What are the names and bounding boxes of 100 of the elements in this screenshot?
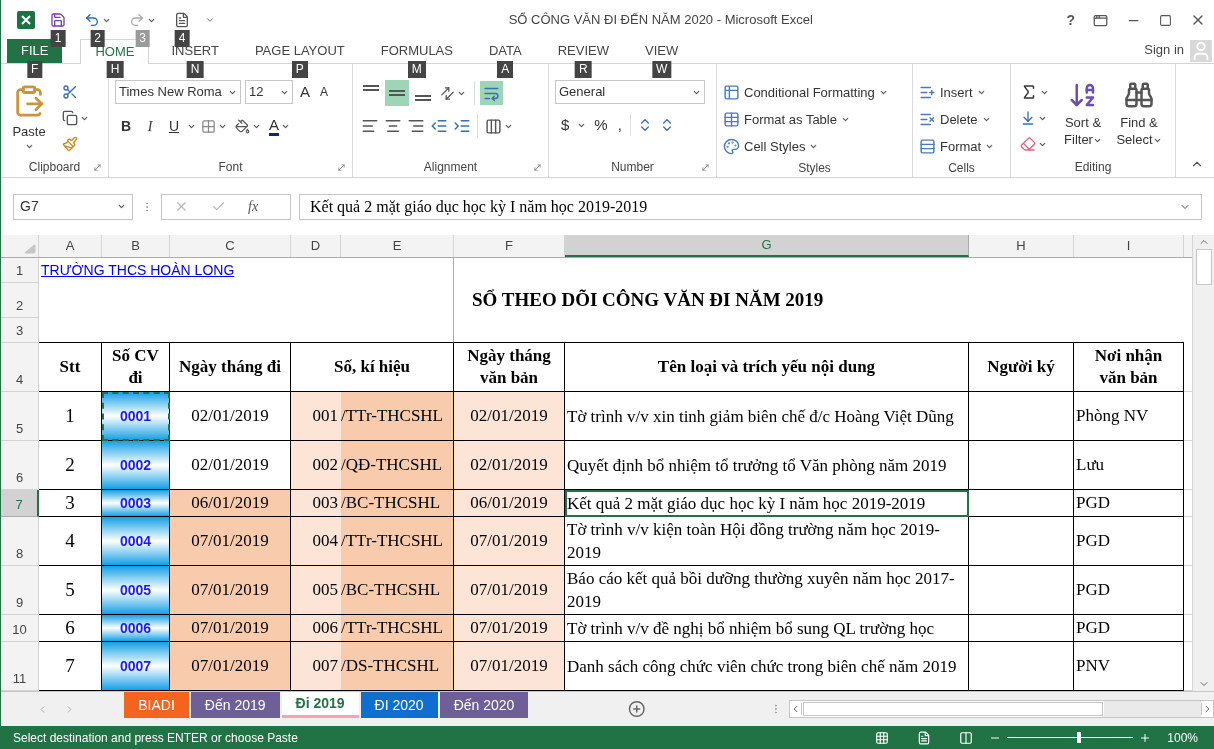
font-color-button[interactable]: A	[266, 116, 293, 136]
new-sheet-icon[interactable]	[628, 700, 646, 718]
row-header[interactable]: 10	[1, 615, 39, 642]
zoom-level[interactable]: 100%	[1167, 728, 1198, 747]
grow-font-button[interactable]: A	[297, 80, 313, 104]
table-cell: 0007	[102, 642, 170, 691]
ribbon-tab[interactable]: FORMULAS	[366, 39, 467, 63]
sheet-tab[interactable]: Đi 2019	[281, 692, 359, 718]
vertical-scrollbar[interactable]	[1192, 235, 1214, 691]
maximize-icon[interactable]	[1159, 13, 1172, 27]
column-header[interactable]: D	[291, 235, 341, 257]
dialog-launcher-icon[interactable]	[701, 162, 710, 172]
help-button[interactable]: ?	[1066, 9, 1075, 31]
table-cell: 0002	[102, 441, 170, 490]
undo-icon	[84, 12, 100, 28]
row-header[interactable]: 5	[1, 392, 39, 441]
horizontal-scrollbar[interactable]	[789, 700, 1214, 718]
scroll-thumb[interactable]	[803, 702, 1104, 716]
table-cell: 02/01/2019	[454, 392, 565, 441]
dialog-launcher-icon[interactable]	[93, 162, 102, 172]
editing-command[interactable]: Find & Select	[1114, 80, 1164, 157]
column-header[interactable]: G	[565, 235, 969, 257]
cells-command[interactable]: Insert	[919, 80, 995, 105]
page-break-view-icon[interactable]	[959, 730, 974, 745]
font-name-dropdown[interactable]: Times New Roma	[115, 80, 241, 104]
table-cell: 06/01/2019	[170, 490, 291, 517]
align-right-icon[interactable]	[407, 117, 425, 135]
sheet-tab[interactable]: Đến 2019	[190, 692, 280, 718]
number-format-button[interactable]: $	[559, 114, 572, 137]
table-cell: 06/01/2019	[454, 490, 565, 517]
caret-icon	[117, 202, 126, 211]
column-header[interactable]: C	[170, 235, 291, 257]
row-header[interactable]: 4	[1, 343, 39, 392]
page-layout-view-icon[interactable]	[917, 730, 932, 745]
cells-command[interactable]: Delete	[919, 107, 995, 132]
zoom-in-icon[interactable]	[1139, 731, 1152, 744]
group-label: Clipboard	[28, 159, 81, 176]
copy-icon	[62, 110, 78, 126]
name-box[interactable]: G7	[13, 193, 133, 220]
scissors-icon	[62, 84, 78, 100]
number-format-dropdown[interactable]: General	[555, 80, 705, 104]
column-header[interactable]: E	[341, 235, 454, 257]
normal-view-icon[interactable]	[875, 730, 890, 745]
wrap-text-button[interactable]	[480, 81, 503, 105]
column-header[interactable]: B	[102, 235, 170, 257]
number-format-button[interactable]: %	[592, 114, 610, 137]
row-header[interactable]: 11	[1, 642, 39, 691]
column-header[interactable]: I	[1074, 235, 1184, 257]
ribbon-tab[interactable]: VIEW	[631, 39, 693, 63]
align-left-icon[interactable]	[361, 117, 379, 135]
zoom-thumb[interactable]	[1076, 732, 1081, 743]
sheet-tab[interactable]: ĐI 2020	[360, 692, 438, 718]
number-format-button[interactable]: ,	[615, 114, 624, 137]
cells-command[interactable]: Format	[919, 134, 995, 159]
table-cell: Báo cáo kết quả bồi dưỡng thường xuyên năm học 2017-2019	[565, 566, 969, 615]
column-header[interactable]: A	[39, 235, 102, 257]
key-tip: R	[575, 61, 592, 78]
sheet-tab[interactable]: Đến 2020	[439, 692, 529, 718]
align-center-icon[interactable]	[384, 117, 402, 135]
ribbon-tab[interactable]: PAGE LAYOUT	[240, 39, 359, 63]
table-cell: 004	[291, 517, 341, 566]
font-style-button[interactable]: I	[139, 115, 161, 137]
ribbon-display-icon[interactable]	[1093, 12, 1108, 28]
indent-decrease-icon[interactable]	[430, 117, 448, 135]
font-style-button[interactable]: U	[163, 115, 185, 137]
styles-command[interactable]: Conditional Formatting	[723, 80, 888, 105]
row-header[interactable]: 6	[1, 441, 39, 490]
font-size-dropdown[interactable]: 12	[245, 80, 293, 104]
dialog-launcher-icon[interactable]	[533, 162, 542, 172]
sign-in-link[interactable]: Sign in	[1144, 39, 1184, 59]
row-header[interactable]: 8	[1, 517, 39, 566]
styles-command[interactable]: Format as Table	[723, 107, 888, 132]
indent-increase-icon[interactable]	[453, 117, 471, 135]
key-tip: 4	[174, 30, 190, 47]
ribbon-tab[interactable]: DATA	[474, 39, 536, 63]
row-header[interactable]: 3	[1, 318, 39, 343]
row-header[interactable]: 1	[1, 258, 39, 283]
editing-command[interactable]: Sort & Filter	[1058, 80, 1108, 157]
zoom-slider[interactable]	[1007, 731, 1134, 744]
scroll-thumb[interactable]	[1195, 249, 1212, 285]
styles-command[interactable]: Cell Styles	[723, 134, 888, 159]
shrink-font-button[interactable]: A	[317, 83, 332, 101]
insert-function-button[interactable]: fx	[248, 196, 259, 217]
school-link[interactable]: TRƯỜNG THCS HOÀN LONG	[41, 262, 235, 278]
paste-button[interactable]: Paste	[7, 80, 51, 157]
row-header[interactable]: 2	[1, 283, 39, 318]
row-header[interactable]: 9	[1, 566, 39, 615]
borders-icon	[201, 118, 216, 134]
formula-field[interactable]: Kết quả 2 mặt giáo dục học kỳ I năm học 2019-2019	[299, 193, 1202, 220]
vertical-align-button[interactable]	[385, 80, 409, 106]
ribbon-tab[interactable]: REVIEW	[543, 39, 623, 63]
table-cell: 07/01/2019	[454, 566, 565, 615]
table-cell: Tờ trình v/v kiện toàn Hội đồng trường năm học 2019-2019	[565, 517, 969, 566]
table-cell: 07/01/2019	[170, 615, 291, 642]
column-header[interactable]: H	[969, 235, 1074, 257]
font-style-button[interactable]: B	[115, 115, 137, 137]
column-heading: Tên loại và trích yếu nội dung	[565, 343, 969, 392]
customize-caret-icon[interactable]	[205, 15, 215, 25]
dialog-launcher-icon[interactable]	[337, 162, 346, 172]
row-header[interactable]: 7	[1, 490, 39, 517]
